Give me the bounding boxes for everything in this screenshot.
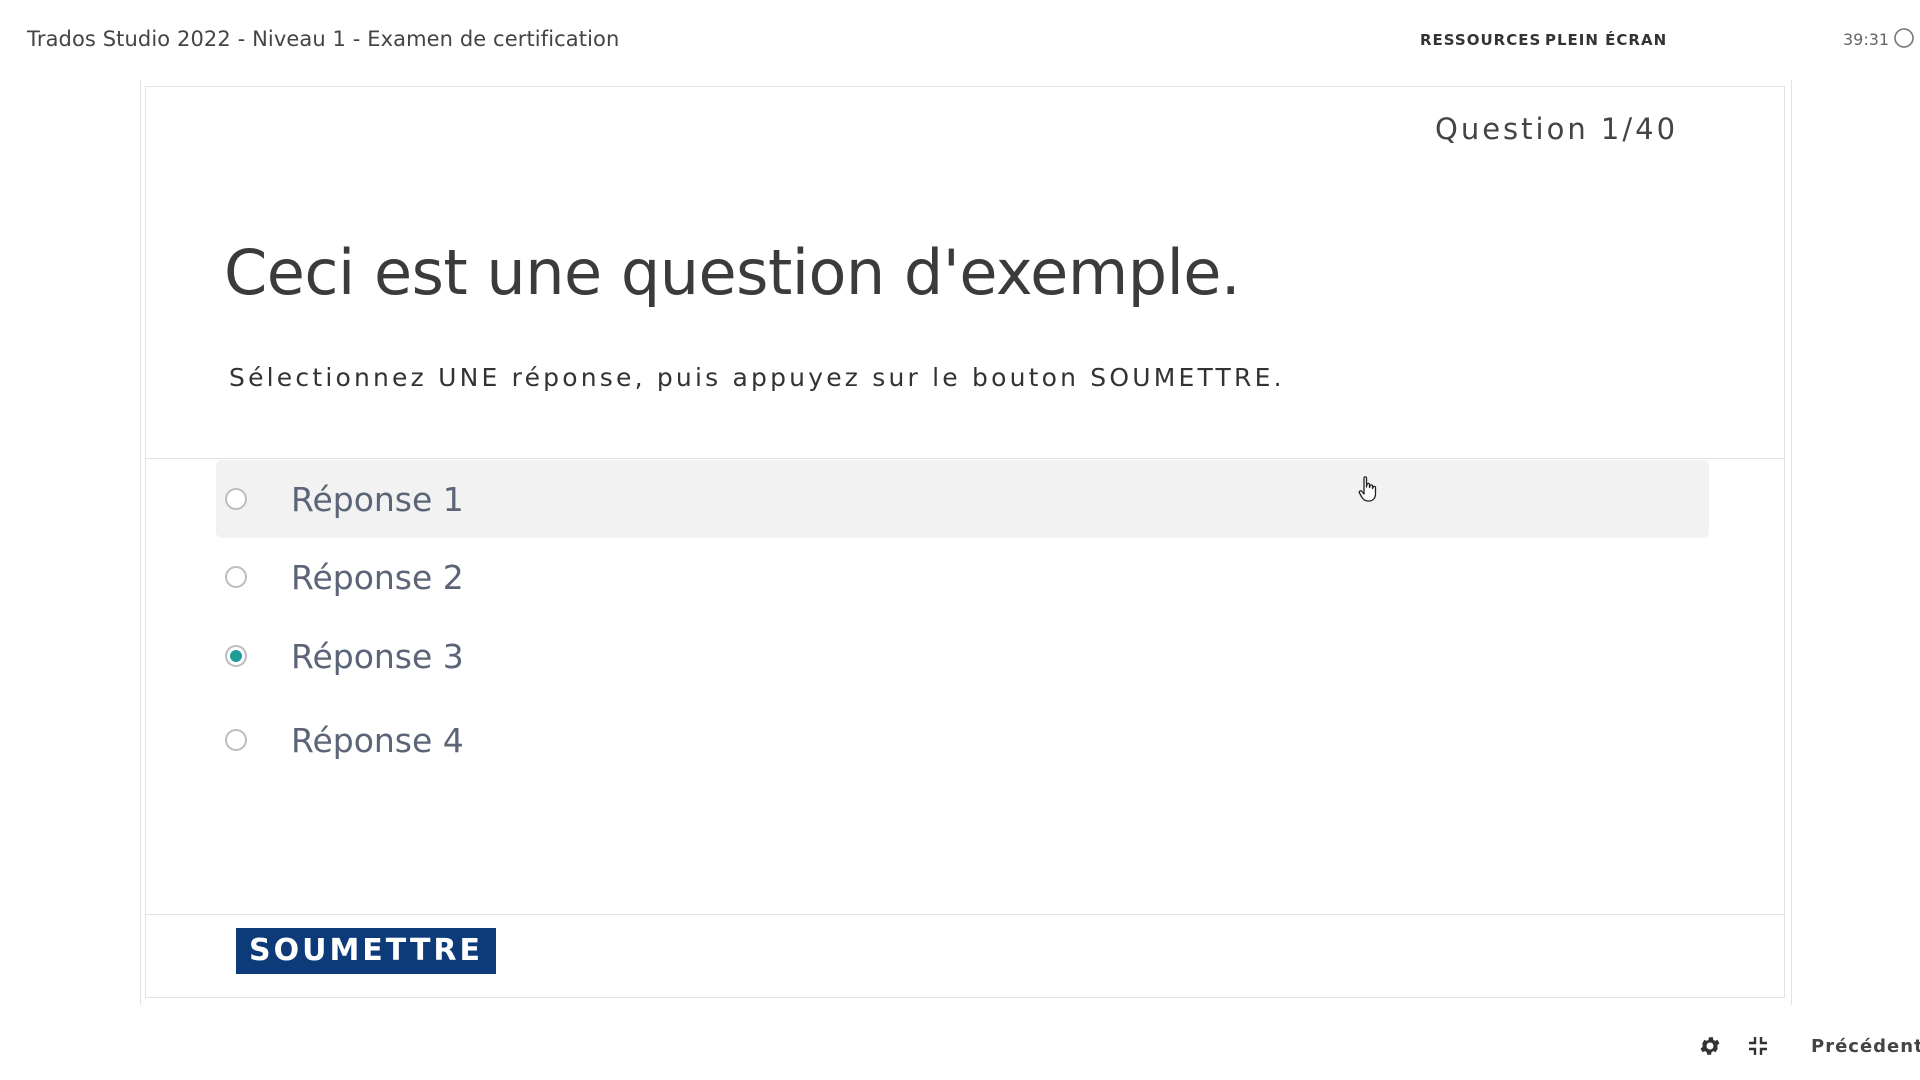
answer-option-2[interactable]: Réponse 2 [216,538,1709,616]
question-title: Ceci est une question d'exemple. [224,236,1241,309]
timer-text: 39:31 [1843,30,1890,49]
question-instructions: Sélectionnez UNE réponse, puis appuyez s… [229,363,1285,392]
answer-label: Réponse 4 [291,721,464,760]
submit-button[interactable]: SOUMETTRE [236,928,496,974]
answer-option-4[interactable]: Réponse 4 [216,701,1709,779]
radio-button[interactable] [225,729,247,751]
radio-button-selected[interactable] [225,645,247,667]
shrink-icon[interactable] [1747,1035,1769,1057]
player-controls [0,1010,1920,1080]
gear-icon[interactable] [1698,1034,1722,1058]
resources-link[interactable]: RESSOURCES [1420,31,1541,49]
answer-option-3[interactable]: Réponse 3 [216,617,1709,695]
answer-label: Réponse 2 [291,558,464,597]
progress-circle-icon [1894,28,1914,48]
top-bar: Trados Studio 2022 - Niveau 1 - Examen d… [0,0,1920,80]
radio-button[interactable] [225,566,247,588]
fullscreen-link[interactable]: PLEIN ÉCRAN [1545,31,1667,49]
answer-label: Réponse 1 [291,480,464,519]
answer-label: Réponse 3 [291,637,464,676]
divider [146,458,1784,459]
course-title: Trados Studio 2022 - Niveau 1 - Examen d… [27,27,620,51]
question-counter: Question 1/40 [1435,112,1679,146]
radio-button[interactable] [225,488,247,510]
previous-button[interactable]: Précédent [1811,1036,1920,1057]
answer-option-1[interactable]: Réponse 1 [216,460,1709,538]
hand-pointer-icon [1358,476,1377,502]
divider [146,914,1784,915]
